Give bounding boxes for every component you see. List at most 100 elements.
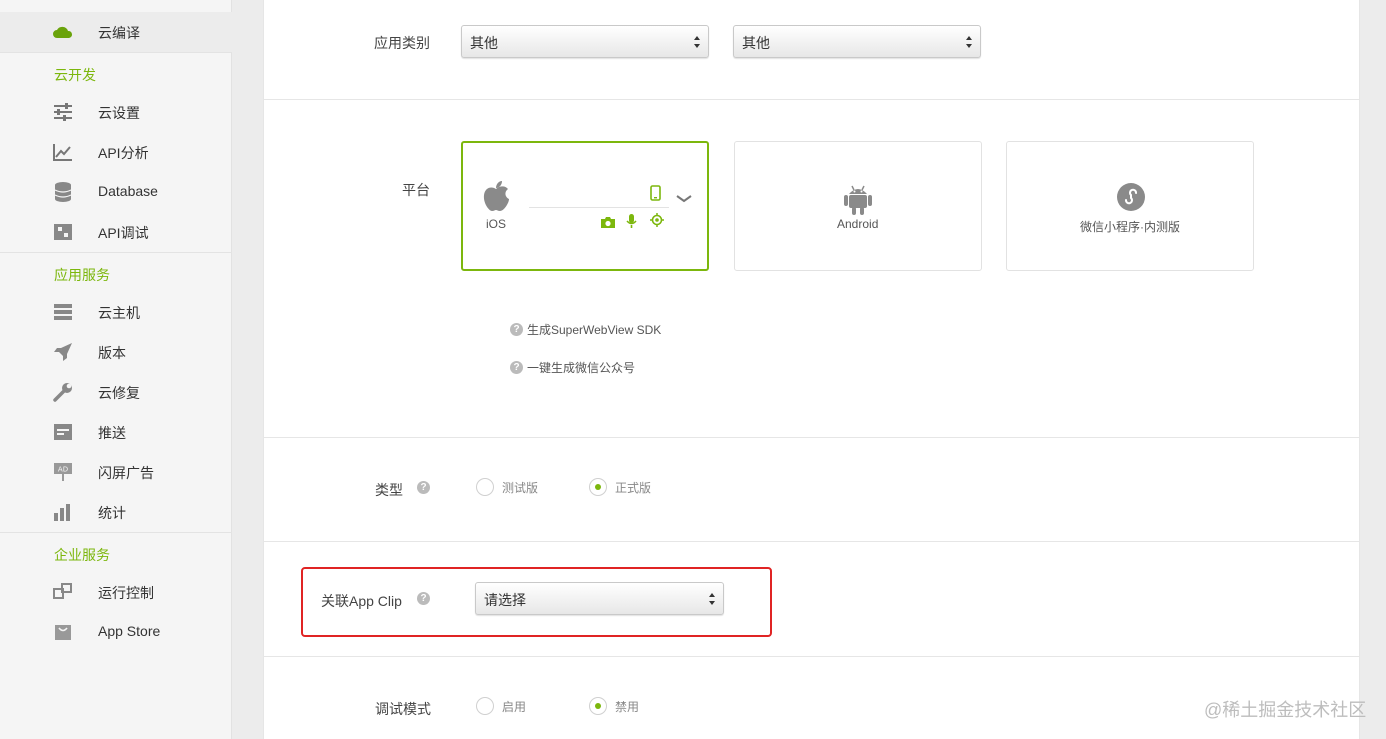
help-link-label: 生成SuperWebView SDK <box>527 323 662 337</box>
platform-card-android[interactable]: Android <box>734 141 982 271</box>
question-icon: ? <box>510 361 523 374</box>
sidebar-item-run-control[interactable]: 运行控制 <box>0 572 232 612</box>
radio-circle[interactable] <box>589 478 607 496</box>
sidebar-item-label: 推送 <box>98 425 126 441</box>
sidebar-item-version[interactable]: 版本 <box>0 332 232 372</box>
cloud-icon <box>52 22 74 42</box>
divider <box>263 437 1360 438</box>
sidebar: 云编译 云开发 云设置 API分析 Database API调试 应用服务 云主… <box>0 0 232 739</box>
category-label: 应用类别 <box>374 35 430 51</box>
sidebar-item-label: 统计 <box>98 505 126 521</box>
sidebar-item-label: Database <box>98 183 158 199</box>
push-icon <box>52 422 74 442</box>
radio-circle[interactable] <box>476 697 494 715</box>
platform-card-ios[interactable]: iOS <box>461 141 709 271</box>
microphone-icon[interactable] <box>626 214 637 229</box>
sidebar-item-splash-ad[interactable]: AD 闪屏广告 <box>0 452 232 492</box>
sidebar-item-api-analysis[interactable]: API分析 <box>0 132 232 172</box>
wechat-miniprogram-icon <box>1117 183 1145 211</box>
sidebar-item-label: API分析 <box>98 145 149 161</box>
phone-icon[interactable] <box>650 185 661 201</box>
appclip-label: 关联App Clip <box>321 593 402 609</box>
radio-label: 测试版 <box>502 480 539 495</box>
radio-label: 启用 <box>502 699 527 714</box>
select-arrows-icon <box>966 36 972 48</box>
radio-circle[interactable] <box>589 697 607 715</box>
question-icon[interactable]: ? <box>417 592 430 605</box>
sidebar-item-cloud-settings[interactable]: 云设置 <box>0 92 232 132</box>
chevron-down-icon[interactable] <box>675 194 693 204</box>
location-target-icon[interactable] <box>650 213 664 227</box>
help-link-wechat-official-account[interactable]: ? 一键生成微信公众号 <box>510 359 635 376</box>
type-label: 类型 <box>375 482 403 498</box>
type-radio-release[interactable]: 正式版 <box>589 478 651 496</box>
sidebar-item-label: 云编译 <box>98 25 140 41</box>
debug-radio-enable[interactable]: 启用 <box>476 697 526 715</box>
question-icon[interactable]: ? <box>417 481 430 494</box>
divider <box>263 99 1360 100</box>
sidebar-item-cloud-host[interactable]: 云主机 <box>0 292 232 332</box>
help-link-superwebview-sdk[interactable]: ? 生成SuperWebView SDK <box>510 321 661 338</box>
sidebar-item-label: 运行控制 <box>98 585 154 601</box>
platform-card-title: iOS <box>486 217 507 231</box>
select-value: 其他 <box>470 35 498 51</box>
sidebar-item-push[interactable]: 推送 <box>0 412 232 452</box>
sidebar-item-statistics[interactable]: 统计 <box>0 492 232 532</box>
radio-circle[interactable] <box>476 478 494 496</box>
sidebar-group-title: 应用服务 <box>54 267 110 283</box>
category-select-secondary[interactable]: 其他 <box>733 25 981 58</box>
sidebar-group-title: 云开发 <box>54 67 96 83</box>
wrench-icon <box>52 382 74 402</box>
camera-icon[interactable] <box>600 216 616 229</box>
select-value: 其他 <box>742 35 770 51</box>
sidebar-item-cloud-repair[interactable]: 云修复 <box>0 372 232 412</box>
android-icon <box>844 185 872 215</box>
debug-icon <box>52 222 74 242</box>
sidebar-item-cloud-compile[interactable]: 云编译 <box>0 12 232 52</box>
sidebar-group-app-services: 应用服务 <box>0 252 232 292</box>
type-radio-test[interactable]: 测试版 <box>476 478 538 496</box>
platform-card-wechat-miniprogram[interactable]: 微信小程序·内测版 <box>1006 141 1254 271</box>
debug-label: 调试模式 <box>375 701 431 717</box>
help-link-label: 一键生成微信公众号 <box>527 361 636 375</box>
appclip-select[interactable]: 请选择 <box>475 582 724 615</box>
watermark: @稀土掘金技术社区 <box>1204 700 1367 720</box>
sidebar-group-cloud-dev: 云开发 <box>0 52 232 92</box>
sidebar-item-label: 云设置 <box>98 105 140 121</box>
sidebar-item-api-debug[interactable]: API调试 <box>0 212 232 252</box>
rocket-icon <box>52 342 74 362</box>
svg-text:AD: AD <box>58 466 68 474</box>
apple-icon <box>483 181 509 211</box>
sidebar-group-enterprise: 企业服务 <box>0 532 232 572</box>
sidebar-item-label: App Store <box>98 623 161 639</box>
radio-label: 禁用 <box>615 699 640 714</box>
sidebar-item-label: 云主机 <box>98 305 140 321</box>
platform-label: 平台 <box>402 182 430 198</box>
category-select-primary[interactable]: 其他 <box>461 25 709 58</box>
divider <box>263 656 1360 657</box>
chart-line-icon <box>52 142 74 162</box>
sidebar-item-database[interactable]: Database <box>0 172 232 212</box>
select-arrows-icon <box>694 36 700 48</box>
select-arrows-icon <box>709 593 715 605</box>
bar-chart-icon <box>52 502 74 522</box>
sidebar-item-label: 云修复 <box>98 385 140 401</box>
debug-radio-disable[interactable]: 禁用 <box>589 697 639 715</box>
bag-icon <box>52 622 74 642</box>
sidebar-item-label: 闪屏广告 <box>98 465 154 481</box>
sidebar-item-app-store[interactable]: App Store <box>0 612 232 652</box>
radio-label: 正式版 <box>615 480 652 495</box>
database-icon <box>52 182 74 202</box>
sidebar-group-title: 企业服务 <box>54 547 110 563</box>
sliders-icon <box>52 102 74 122</box>
server-icon <box>52 302 74 322</box>
control-icon <box>52 582 74 602</box>
select-value: 请选择 <box>484 592 526 608</box>
card-divider <box>529 207 669 208</box>
divider <box>263 541 1360 542</box>
ad-icon: AD <box>52 462 74 482</box>
sidebar-item-label: API调试 <box>98 225 149 241</box>
platform-card-title: Android <box>837 217 879 231</box>
platform-card-title: 微信小程序·内测版 <box>1080 220 1180 234</box>
question-icon: ? <box>510 323 523 336</box>
